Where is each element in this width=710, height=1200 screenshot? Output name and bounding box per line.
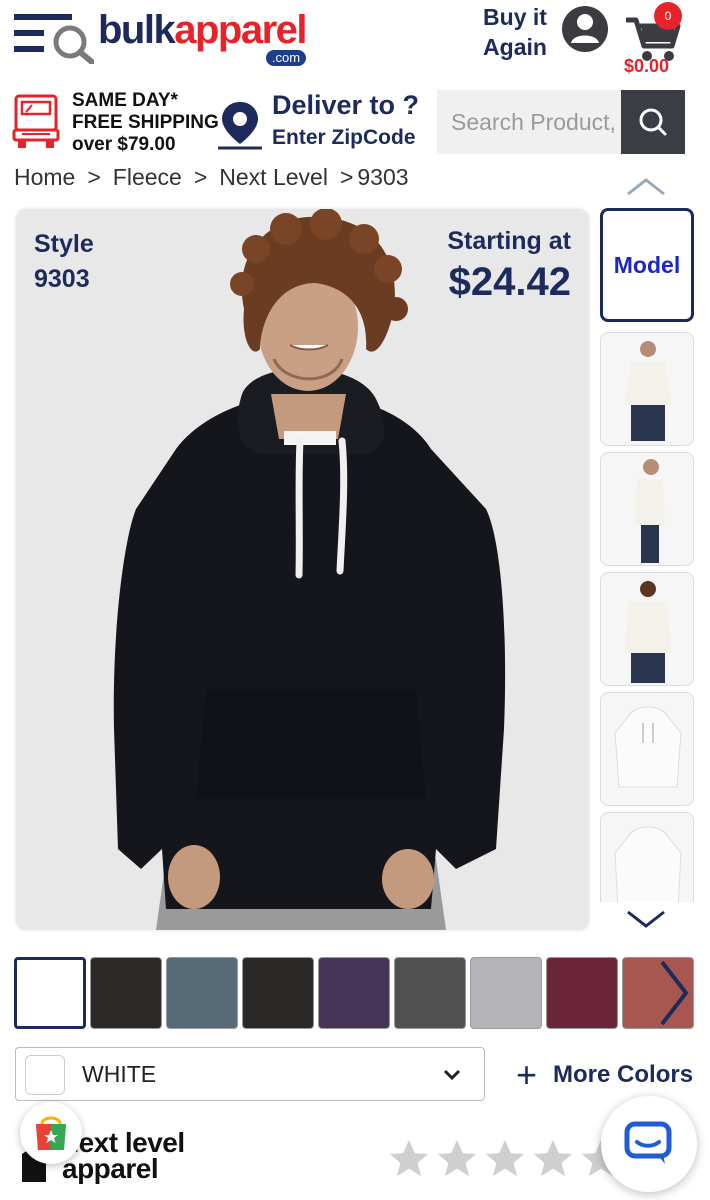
cart-total: $0.00 xyxy=(624,56,670,76)
style-label: Style xyxy=(34,230,94,258)
breadcrumb-fleece[interactable]: Fleece xyxy=(113,164,182,191)
breadcrumb-next-level[interactable]: Next Level xyxy=(219,164,328,191)
shipping-row: SAME DAY* FREE SHIPPING over $79.00 Deli… xyxy=(0,86,710,158)
shipping-line2: FREE SHIPPING xyxy=(72,112,219,133)
search-box xyxy=(437,90,685,154)
product-price: $24.42 xyxy=(448,260,571,304)
chevron-up-icon[interactable] xyxy=(624,172,668,200)
cart-count-badge: 0 xyxy=(654,2,682,30)
thumbnail-back-image xyxy=(625,581,671,683)
chat-icon xyxy=(624,1121,672,1164)
search-icon xyxy=(639,108,667,136)
logo-primary: bulk xyxy=(98,8,176,52)
breadcrumb-separator: > xyxy=(87,163,101,190)
shipping-line3: over $79.00 xyxy=(72,134,176,155)
swatch-black[interactable] xyxy=(90,957,162,1029)
plus-icon: + xyxy=(516,1054,538,1095)
breadcrumb-separator: > xyxy=(339,163,354,190)
rating-stars[interactable] xyxy=(386,1136,624,1182)
color-swatch-row xyxy=(14,956,694,1030)
star-icon xyxy=(437,1139,477,1177)
style-info: Style 9303 xyxy=(34,227,94,297)
thumbnail-side[interactable] xyxy=(600,452,694,566)
chat-button[interactable] xyxy=(601,1096,697,1192)
thumbnail-flat-front[interactable] xyxy=(600,692,694,806)
swatch-white[interactable] xyxy=(14,957,86,1029)
shipping-promo: SAME DAY* FREE SHIPPING over $79.00 xyxy=(72,90,219,156)
model-hoodie-image xyxy=(113,209,506,930)
dropdown-chevron-icon xyxy=(443,1069,461,1081)
shipping-line1: SAME DAY* xyxy=(72,90,178,111)
thumbnail-flat-back[interactable] xyxy=(600,812,694,902)
thumbnail-model[interactable]: Model xyxy=(600,208,694,322)
breadcrumb-home[interactable]: Home xyxy=(14,164,75,191)
chevron-right-icon[interactable] xyxy=(650,956,694,1030)
logo-secondary: apparel xyxy=(174,8,307,52)
deliver-to-title[interactable]: Deliver to ? xyxy=(272,90,419,121)
swatch-slate[interactable] xyxy=(166,957,238,1029)
logo[interactable]: bulkapparel .com xyxy=(98,6,308,68)
color-select[interactable]: WHITE xyxy=(15,1047,485,1101)
account-icon[interactable] xyxy=(561,5,609,53)
selected-color-name: WHITE xyxy=(82,1061,157,1087)
truck-icon xyxy=(12,94,60,148)
swatch-gray[interactable] xyxy=(470,957,542,1029)
starting-at-label: Starting at xyxy=(447,227,571,255)
logo-domain: .com xyxy=(265,50,307,66)
search-button[interactable] xyxy=(621,90,685,154)
star-icon xyxy=(533,1139,573,1177)
breadcrumb-current: 9303 xyxy=(357,163,409,190)
thumbnail-side-image xyxy=(635,459,665,563)
shop-badge-button[interactable] xyxy=(20,1102,82,1164)
shopping-bag-icon xyxy=(36,1116,66,1150)
buy-again-link[interactable]: Buy it Again xyxy=(474,2,556,62)
more-colors-button[interactable]: + More Colors xyxy=(516,1055,693,1095)
buy-again-line1: Buy it xyxy=(483,4,547,30)
thumbnail-flat-back-image xyxy=(614,826,682,902)
menu-search-icon[interactable] xyxy=(14,12,94,64)
chevron-down-icon[interactable] xyxy=(624,906,668,934)
thumbnail-front[interactable] xyxy=(600,332,694,446)
selected-color-chip xyxy=(25,1055,65,1095)
breadcrumb-separator: > xyxy=(193,163,208,190)
star-icon xyxy=(389,1139,429,1177)
thumbnail-front-image xyxy=(625,341,671,441)
swatch-charcoal[interactable] xyxy=(242,957,314,1029)
search-input[interactable] xyxy=(437,90,621,154)
swatch-purple[interactable] xyxy=(318,957,390,1029)
star-icon xyxy=(485,1139,525,1177)
breadcrumb: Home > Fleece > Next Level > 9303 xyxy=(14,160,409,194)
thumbnail-list: Model xyxy=(598,208,696,902)
cart-button[interactable]: 0 $0.00 xyxy=(620,0,692,80)
main-product-image[interactable]: Style 9303 Starting at $24.42 xyxy=(16,209,589,930)
location-pin-icon[interactable] xyxy=(216,100,264,150)
swatch-heavy-metal[interactable] xyxy=(394,957,466,1029)
thumbnail-flat-front-image xyxy=(614,706,682,788)
more-colors-label: More Colors xyxy=(553,1061,694,1088)
buy-again-line2: Again xyxy=(483,34,547,60)
swatch-maroon[interactable] xyxy=(546,957,618,1029)
style-number: 9303 xyxy=(34,265,90,293)
thumbnail-back[interactable] xyxy=(600,572,694,686)
site-header: bulkapparel .com Buy it Again 0 $0.00 xyxy=(0,0,710,84)
enter-zipcode-link[interactable]: Enter ZipCode xyxy=(272,126,416,150)
price-info: Starting at $24.42 xyxy=(447,227,571,305)
thumbnail-model-label: Model xyxy=(613,251,681,278)
